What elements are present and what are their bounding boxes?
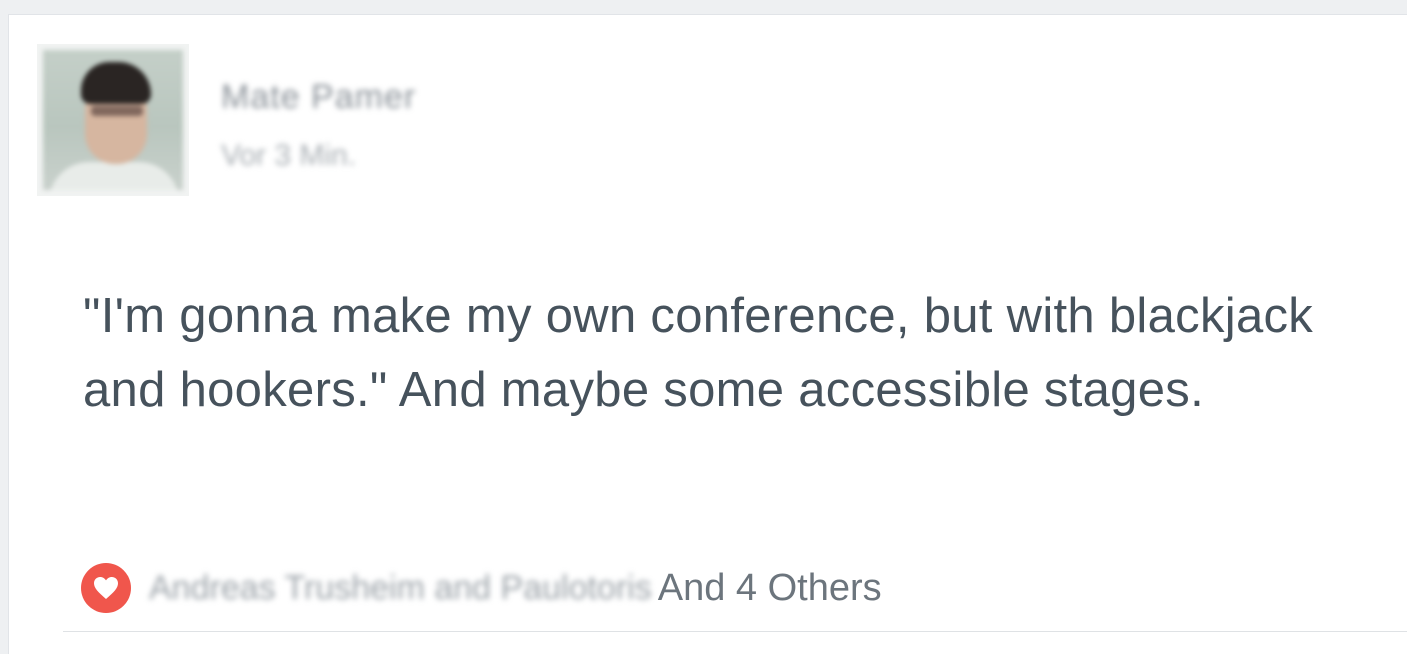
author-name[interactable]: Mate Pamer <box>221 78 416 117</box>
likers-names[interactable]: Andreas Trusheim and Paulotoris <box>149 569 652 608</box>
likes-others[interactable]: And 4 Others <box>658 567 882 610</box>
heart-icon[interactable] <box>81 563 131 613</box>
post-card: Mate Pamer Vor 3 Min. "I'm gonna make my… <box>8 14 1407 654</box>
post-timestamp: Vor 3 Min. <box>221 139 357 172</box>
avatar[interactable] <box>37 44 189 196</box>
post-text: "I'm gonna make my own conference, but w… <box>83 289 1314 417</box>
likes-row[interactable]: Andreas Trusheim and Paulotoris And 4 Ot… <box>81 563 882 613</box>
divider <box>63 631 1407 632</box>
avatar-photo <box>43 50 183 190</box>
